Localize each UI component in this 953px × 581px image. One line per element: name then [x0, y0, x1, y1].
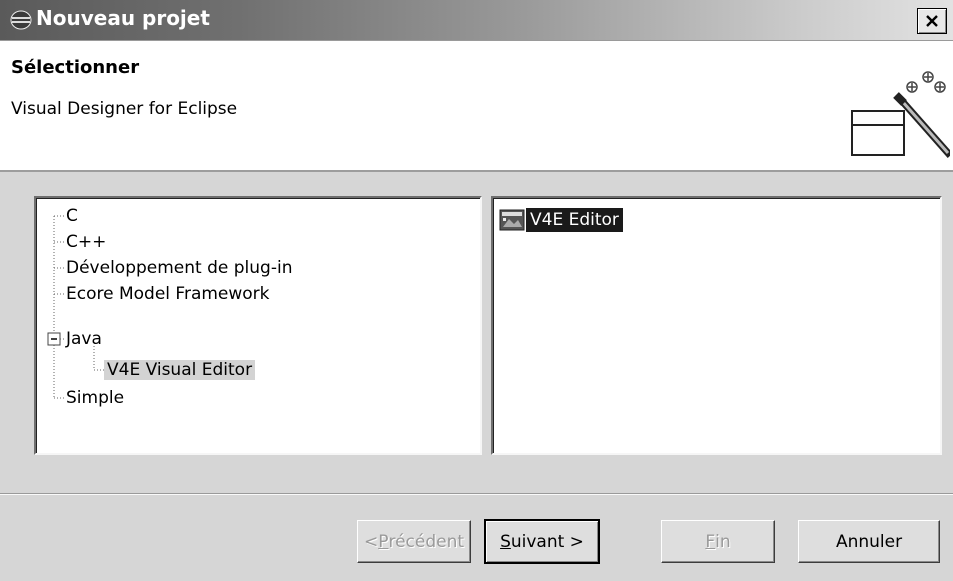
list-item-v4e-editor[interactable]: V4E Editor [499, 207, 623, 233]
v4e-editor-icon [499, 209, 525, 231]
wizard-header: Sélectionner Visual Designer for Eclipse [0, 41, 953, 172]
next-button[interactable]: Suivant > [484, 519, 600, 564]
tree-item-ecore-model-framework[interactable]: Ecore Model Framework [66, 282, 270, 306]
footer-separator [0, 493, 953, 495]
tree-item-label: Ecore Model Framework [66, 284, 270, 304]
tree-item-label: V4E Visual Editor [104, 360, 256, 380]
next-button-label-rest: uivant > [510, 531, 584, 552]
back-button[interactable]: < Précédent [357, 520, 471, 563]
tree-item-plugin-development[interactable]: Développement de plug-in [66, 256, 292, 280]
wizard-list[interactable]: V4E Editor [491, 196, 942, 455]
cancel-button-label: Annuler [835, 531, 903, 552]
close-button[interactable] [917, 8, 947, 34]
back-button-label-rest: récédent [388, 531, 465, 552]
wizard-banner-icon [851, 71, 950, 158]
close-icon [926, 15, 938, 27]
tree-item-c[interactable]: C [66, 204, 78, 228]
finish-button-mnemonic: F [705, 531, 716, 552]
tree-item-label: C++ [66, 232, 107, 252]
finish-button-label-rest: in [715, 531, 731, 552]
new-project-dialog: Nouveau projet Sélectionner Visual Desig… [0, 0, 953, 581]
page-description: Visual Designer for Eclipse [11, 99, 238, 119]
tree-item-simple[interactable]: Simple [66, 386, 124, 410]
tree-item-java[interactable]: Java [66, 327, 102, 351]
tree-item-label: Développement de plug-in [66, 258, 293, 278]
tree-item-v4e-visual-editor[interactable]: V4E Visual Editor [104, 358, 256, 382]
next-button-mnemonic: S [500, 531, 511, 552]
tree-item-label: Java [66, 329, 102, 349]
tree-item-label: Simple [66, 388, 125, 408]
cancel-button[interactable]: Annuler [798, 520, 940, 563]
page-title: Sélectionner [11, 57, 140, 78]
back-button-label-prefix: < [363, 531, 379, 552]
title-bar: Nouveau projet [0, 0, 953, 41]
tree-item-cpp[interactable]: C++ [66, 230, 106, 254]
list-item-label: V4E Editor [526, 208, 623, 232]
window-title: Nouveau projet [36, 6, 210, 30]
eclipse-app-icon [10, 10, 32, 30]
back-button-mnemonic: P [378, 531, 389, 552]
project-type-tree[interactable]: C C++ Développement de plug-in Ecore Mod… [34, 196, 482, 455]
tree-item-label: C [66, 206, 78, 226]
finish-button[interactable]: Fin [661, 520, 775, 563]
